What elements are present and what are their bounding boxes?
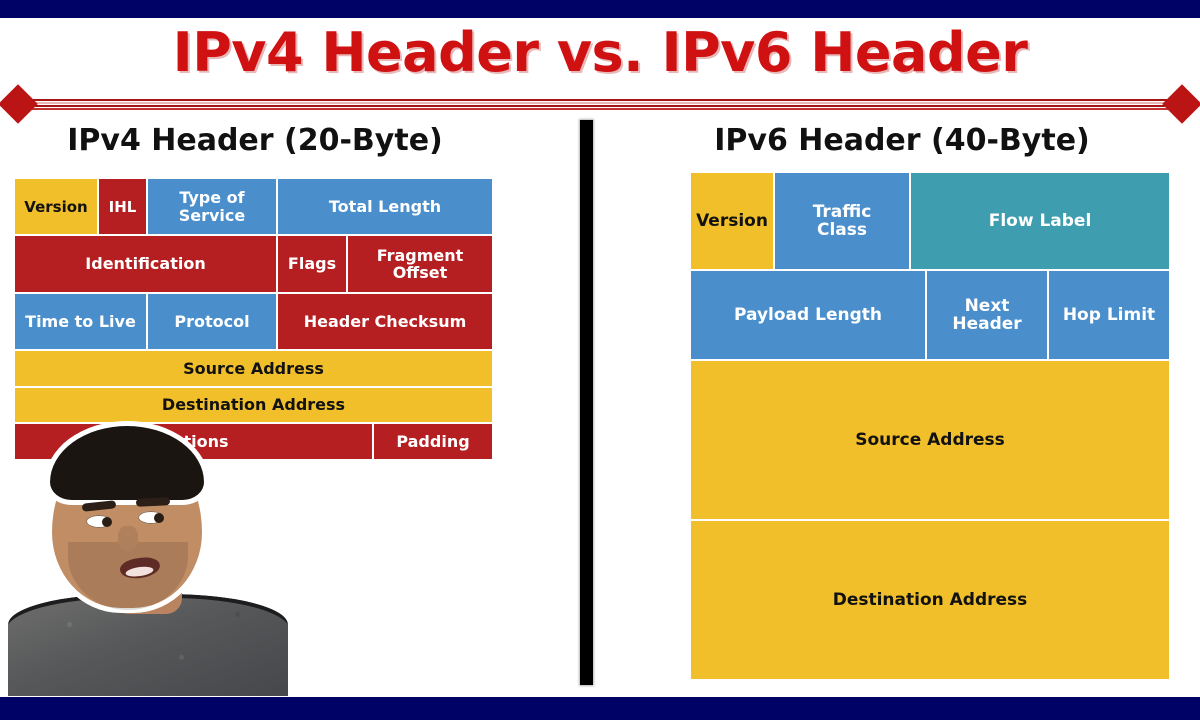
ipv4-field-protocol[interactable]: Protocol [147,292,277,351]
ipv4-panel: IPv4 Header (20-Byte) Version IHL Type o… [0,123,560,460]
slide-canvas: IPv4 Header vs. IPv6 Header IPv4 Header … [0,0,1200,720]
ipv6-heading: IPv6 Header (40-Byte) [714,123,1090,158]
title-divider [0,84,1200,124]
title-area: IPv4 Header vs. IPv6 Header [0,18,1200,88]
ipv4-field-source-address[interactable]: Source Address [14,350,493,387]
top-accent-bar [0,0,1200,18]
ipv6-row-1: Version Traffic Class Flow Label [690,172,1170,270]
ipv4-field-padding[interactable]: Padding [373,423,493,460]
presenter-webcam-overlay [8,418,288,696]
bottom-accent-bar [0,697,1200,720]
ipv6-row-2: Payload Length Next Header Hop Limit [690,270,1170,360]
presenter-hair [50,426,204,500]
ipv6-field-next-header[interactable]: Next Header [926,270,1048,360]
diamond-right-icon [1162,84,1200,124]
diamond-left-icon [0,84,38,124]
ipv4-row-2: Identification Flags Fragment Offset [14,235,493,293]
ipv6-field-flow-label[interactable]: Flow Label [910,172,1170,270]
ipv4-field-identification[interactable]: Identification [14,235,277,293]
ipv4-field-flags[interactable]: Flags [277,235,347,293]
ipv4-row-1: Version IHL Type of Service Total Length [14,178,493,236]
ipv4-row-4: Source Address [14,350,493,387]
ipv6-field-version[interactable]: Version [690,172,774,270]
ipv6-field-traffic-class[interactable]: Traffic Class [774,172,910,270]
ipv4-field-ihl[interactable]: IHL [98,178,147,236]
presenter-pupil-right [154,513,164,523]
divider-lines [14,98,1186,110]
ipv6-row-3: Source Address [690,360,1170,520]
ipv4-field-type-of-service[interactable]: Type of Service [147,178,277,236]
ipv6-field-hop-limit[interactable]: Hop Limit [1048,270,1170,360]
ipv4-field-time-to-live[interactable]: Time to Live [14,292,147,351]
ipv6-row-4: Destination Address [690,520,1170,680]
page-title: IPv4 Header vs. IPv6 Header [172,21,1028,84]
ipv4-row-3: Time to Live Protocol Header Checksum [14,292,493,351]
ipv6-panel: IPv6 Header (40-Byte) Version Traffic Cl… [612,123,1200,680]
ipv4-field-total-length[interactable]: Total Length [277,178,493,236]
ipv4-heading: IPv4 Header (20-Byte) [67,123,443,158]
ipv6-field-destination-address[interactable]: Destination Address [690,520,1170,680]
ipv4-field-header-checksum[interactable]: Header Checksum [277,292,493,351]
ipv4-field-fragment-offset[interactable]: Fragment Offset [347,235,493,293]
ipv6-field-payload-length[interactable]: Payload Length [690,270,926,360]
presenter-nose [118,526,138,552]
presenter-pupil-left [102,517,112,527]
ipv6-field-source-address[interactable]: Source Address [690,360,1170,520]
ipv4-field-version[interactable]: Version [14,178,98,236]
ipv6-header-diagram: Version Traffic Class Flow Label Payload… [690,172,1170,680]
vertical-split-divider [580,120,593,685]
